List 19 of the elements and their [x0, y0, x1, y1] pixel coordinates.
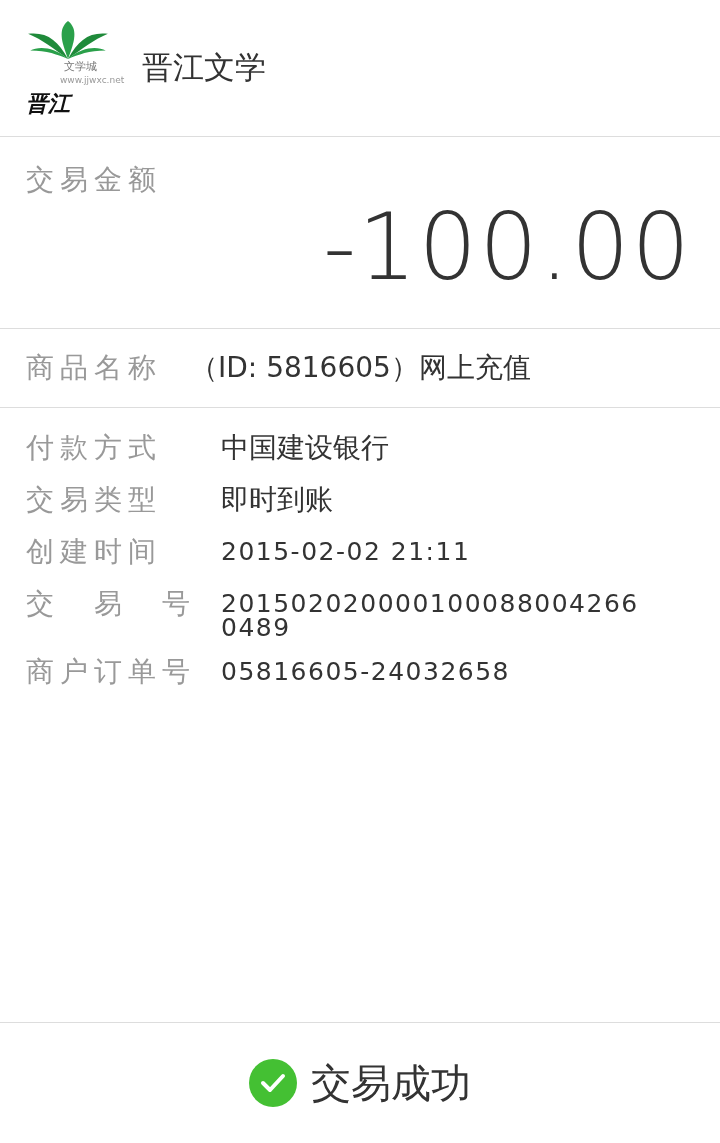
- detail-value: 2015-02-02 21:11: [221, 536, 472, 564]
- product-label: 商品名称: [26, 350, 162, 386]
- detail-label: 付款方式: [26, 430, 163, 466]
- detail-value: 2015020200001000880042660489: [221, 588, 640, 640]
- detail-value: 05816605-24032658: [221, 656, 511, 684]
- detail-label: 商户订单号: [26, 654, 197, 690]
- detail-value: 即时到账: [221, 482, 333, 518]
- logo-url: www.jjwxc.net: [60, 75, 125, 86]
- check-icon: [249, 1059, 297, 1107]
- amount-value: -100.00: [322, 197, 692, 299]
- detail-value: 中国建设银行: [221, 430, 389, 466]
- detail-label: 交易类型: [26, 482, 163, 518]
- logo-subtitle: 文学城: [64, 60, 97, 73]
- status-text: 交易成功: [311, 1058, 471, 1108]
- amount-label: 交易金额: [26, 162, 163, 198]
- app-title: 晋江文学: [142, 48, 266, 87]
- detail-label: 创建时间: [26, 534, 163, 570]
- detail-label: 交 易 号: [26, 586, 197, 622]
- product-value: （ID: 5816605）网上充值: [190, 350, 531, 386]
